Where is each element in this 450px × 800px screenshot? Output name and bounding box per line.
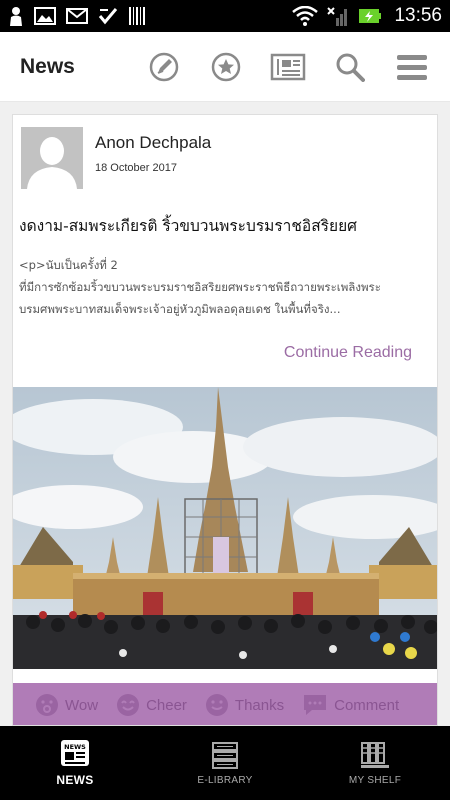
cheer-button[interactable]: Cheer — [116, 693, 187, 717]
page-title: News — [20, 54, 75, 78]
wifi-icon — [292, 6, 319, 26]
author-name: Anon Dechpala — [95, 133, 212, 152]
excerpt-line: บรมศพพระบาทสมเด็จพระเจ้าอยู่หัวภูมิพลอดุ… — [19, 302, 341, 316]
newspaper-icon — [270, 53, 306, 80]
wow-label: Wow — [65, 696, 99, 714]
user-placeholder-icon — [21, 127, 83, 189]
nav-myshelf[interactable]: MY SHELF — [300, 726, 450, 800]
post-title[interactable]: งดงาม-สมพระเกียรติ ริ้วขบวนพระบรมราชอิสร… — [19, 213, 437, 238]
wow-face-icon — [36, 694, 58, 716]
favorites-button[interactable] — [202, 43, 250, 91]
nav-news[interactable]: NEWS NEWS — [0, 726, 150, 800]
comment-button[interactable]: Comment — [302, 693, 399, 717]
nav-elibrary-label: E-LIBRARY — [197, 774, 253, 786]
check-icon — [98, 8, 118, 25]
gallery-icon — [34, 7, 56, 25]
compose-icon — [149, 52, 179, 81]
continue-reading-link[interactable]: Continue Reading — [284, 344, 412, 362]
excerpt-line: ที่มีการซักซ้อมริ้วขบวนพระบรมราชอิสริยยศ… — [19, 280, 381, 294]
gmail-icon — [66, 8, 88, 24]
news-icon: NEWS — [61, 740, 89, 766]
avatar — [21, 127, 83, 189]
excerpt-line: <p>นับเป็นครั้งที่ 2 — [19, 258, 118, 272]
status-bar: 13:56 — [0, 0, 450, 32]
barcode-icon — [129, 7, 145, 25]
nav-elibrary[interactable]: E-LIBRARY — [150, 726, 300, 800]
clock: 13:56 — [394, 5, 442, 26]
app-bar: News — [0, 32, 450, 102]
smile-face-icon — [205, 694, 228, 716]
reaction-bar: Wow Cheer Thanks Comment — [13, 683, 437, 725]
news-card[interactable]: Anon Dechpala 18 October 2017 งดงาม-สมพร… — [12, 114, 438, 726]
post-date: 18 October 2017 — [95, 162, 177, 174]
nav-myshelf-label: MY SHELF — [348, 774, 402, 786]
menu-button[interactable] — [388, 43, 436, 91]
menu-icon — [397, 54, 427, 80]
comment-icon — [304, 695, 327, 715]
wow-button[interactable]: Wow — [35, 693, 98, 717]
post-image[interactable] — [13, 387, 437, 669]
comment-label: Comment — [334, 696, 400, 714]
shelf-icon — [361, 741, 389, 768]
signal-icon — [327, 7, 348, 26]
battery-charging-icon — [359, 9, 382, 23]
thanks-label: Thanks — [234, 696, 285, 714]
newspaper-button[interactable] — [264, 43, 312, 91]
cheer-label: Cheer — [146, 696, 187, 714]
books-icon — [212, 741, 238, 769]
bottom-nav: NEWS NEWS E-LIBRARY MY SHELF — [0, 726, 450, 800]
thanks-button[interactable]: Thanks — [205, 693, 284, 717]
cheer-face-icon — [117, 694, 140, 716]
svg-text:NEWS: NEWS — [64, 743, 86, 751]
post-excerpt: <p>นับเป็นครั้งที่ 2 ที่มีการซักซ้อมริ้ว… — [19, 254, 423, 320]
star-icon — [211, 52, 241, 81]
nav-news-label: NEWS — [56, 773, 94, 787]
person-icon — [10, 7, 22, 26]
search-icon — [336, 53, 365, 82]
compose-button[interactable] — [140, 43, 188, 91]
search-button[interactable] — [326, 43, 374, 91]
